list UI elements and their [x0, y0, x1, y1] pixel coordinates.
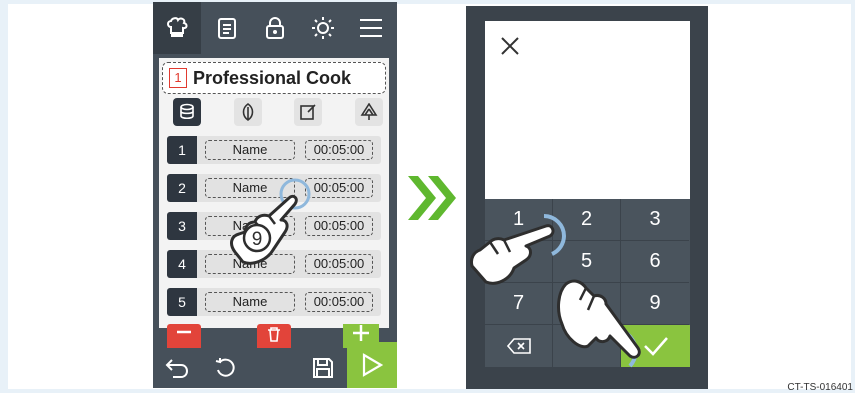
leaf-icon[interactable]: [233, 98, 262, 126]
step-row[interactable]: 3 Name 00:05:00: [167, 212, 381, 240]
step-row[interactable]: 4 Name 00:05:00: [167, 250, 381, 278]
step-number: 2: [167, 174, 197, 202]
device-screen-left: 1 Professional Cook 1 Name 00:05:00 2 Na: [153, 2, 397, 388]
undo-icon[interactable]: [205, 348, 245, 388]
tree-icon[interactable]: [354, 98, 383, 126]
double-chevron-icon: [408, 176, 456, 220]
step-name-field[interactable]: Name: [205, 254, 295, 274]
step-number: 1: [167, 136, 197, 164]
step-time-field[interactable]: 00:05:00: [305, 216, 373, 236]
program-title-field[interactable]: 1 Professional Cook: [162, 62, 386, 94]
lock-icon[interactable]: [251, 2, 299, 54]
figure-code: CT-TS-016401: [787, 382, 853, 393]
step-row[interactable]: 5 Name 00:05:00: [167, 288, 381, 316]
menu-icon[interactable]: [347, 2, 395, 54]
brightness-icon[interactable]: [299, 2, 347, 54]
step-name-field[interactable]: Name: [205, 178, 295, 198]
delete-button[interactable]: [257, 324, 291, 348]
step-time-field[interactable]: 00:05:00: [305, 292, 373, 312]
save-icon[interactable]: [303, 348, 343, 388]
step-number: 3: [167, 212, 197, 240]
step-row[interactable]: 2 Name 00:05:00: [167, 174, 381, 202]
step-time-field[interactable]: 00:05:00: [305, 254, 373, 274]
key-9[interactable]: 9: [621, 283, 689, 325]
step-time-field[interactable]: 00:05:00: [305, 140, 373, 160]
program-title: Professional Cook: [193, 67, 352, 88]
key-4[interactable]: [485, 241, 553, 283]
number-entry-dialog: [485, 21, 690, 199]
step-number: 4: [167, 250, 197, 278]
backspace-icon: [506, 338, 531, 354]
key-6[interactable]: 6: [621, 241, 689, 283]
step-number: 5: [167, 288, 197, 316]
confirm-button[interactable]: [621, 325, 690, 367]
chef-hat-icon[interactable]: [153, 2, 201, 54]
key-7[interactable]: 7: [485, 283, 553, 325]
backspace-button[interactable]: [485, 325, 553, 367]
edit-icon[interactable]: [294, 98, 323, 126]
back-icon[interactable]: [157, 348, 197, 388]
check-icon: [643, 337, 668, 356]
step-name-field[interactable]: Name: [205, 292, 295, 312]
remove-step-button[interactable]: [167, 324, 201, 348]
stack-icon[interactable]: [173, 98, 201, 126]
program-number: 1: [169, 68, 187, 88]
step-name-field[interactable]: Name: [205, 216, 295, 236]
step-name-field[interactable]: Name: [205, 140, 295, 160]
start-button[interactable]: [347, 342, 397, 388]
top-bar: [153, 2, 397, 54]
key-1[interactable]: 1: [485, 199, 553, 241]
close-icon[interactable]: [495, 31, 525, 61]
step-time-field[interactable]: 00:05:00: [305, 178, 373, 198]
key-5[interactable]: 5: [553, 241, 621, 283]
key-2[interactable]: 2: [553, 199, 621, 241]
key-0[interactable]: [553, 325, 621, 367]
key-3[interactable]: 3: [621, 199, 689, 241]
play-icon: [362, 353, 383, 377]
program-panel: 1 Professional Cook 1 Name 00:05:00 2 Na: [159, 58, 389, 328]
step-row[interactable]: 1 Name 00:05:00: [167, 136, 381, 164]
clipboard-icon[interactable]: [203, 2, 251, 54]
numeric-keypad: 1 2 3 5 6 7 9: [485, 199, 690, 367]
mode-tabs: [173, 98, 383, 128]
key-8[interactable]: [553, 283, 621, 325]
device-screen-right: 1 2 3 5 6 7 9: [466, 6, 708, 389]
